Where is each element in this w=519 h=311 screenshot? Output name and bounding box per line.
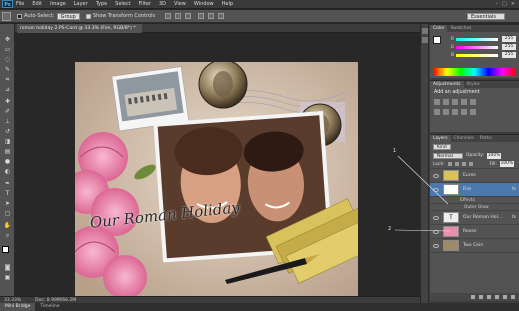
callout-2: 2 <box>388 226 392 232</box>
photoshop-window: Ps File Edit Image Layer Type Select Fil… <box>0 0 519 311</box>
callout-1: 1 <box>393 148 397 154</box>
callout-lines <box>394 155 451 232</box>
